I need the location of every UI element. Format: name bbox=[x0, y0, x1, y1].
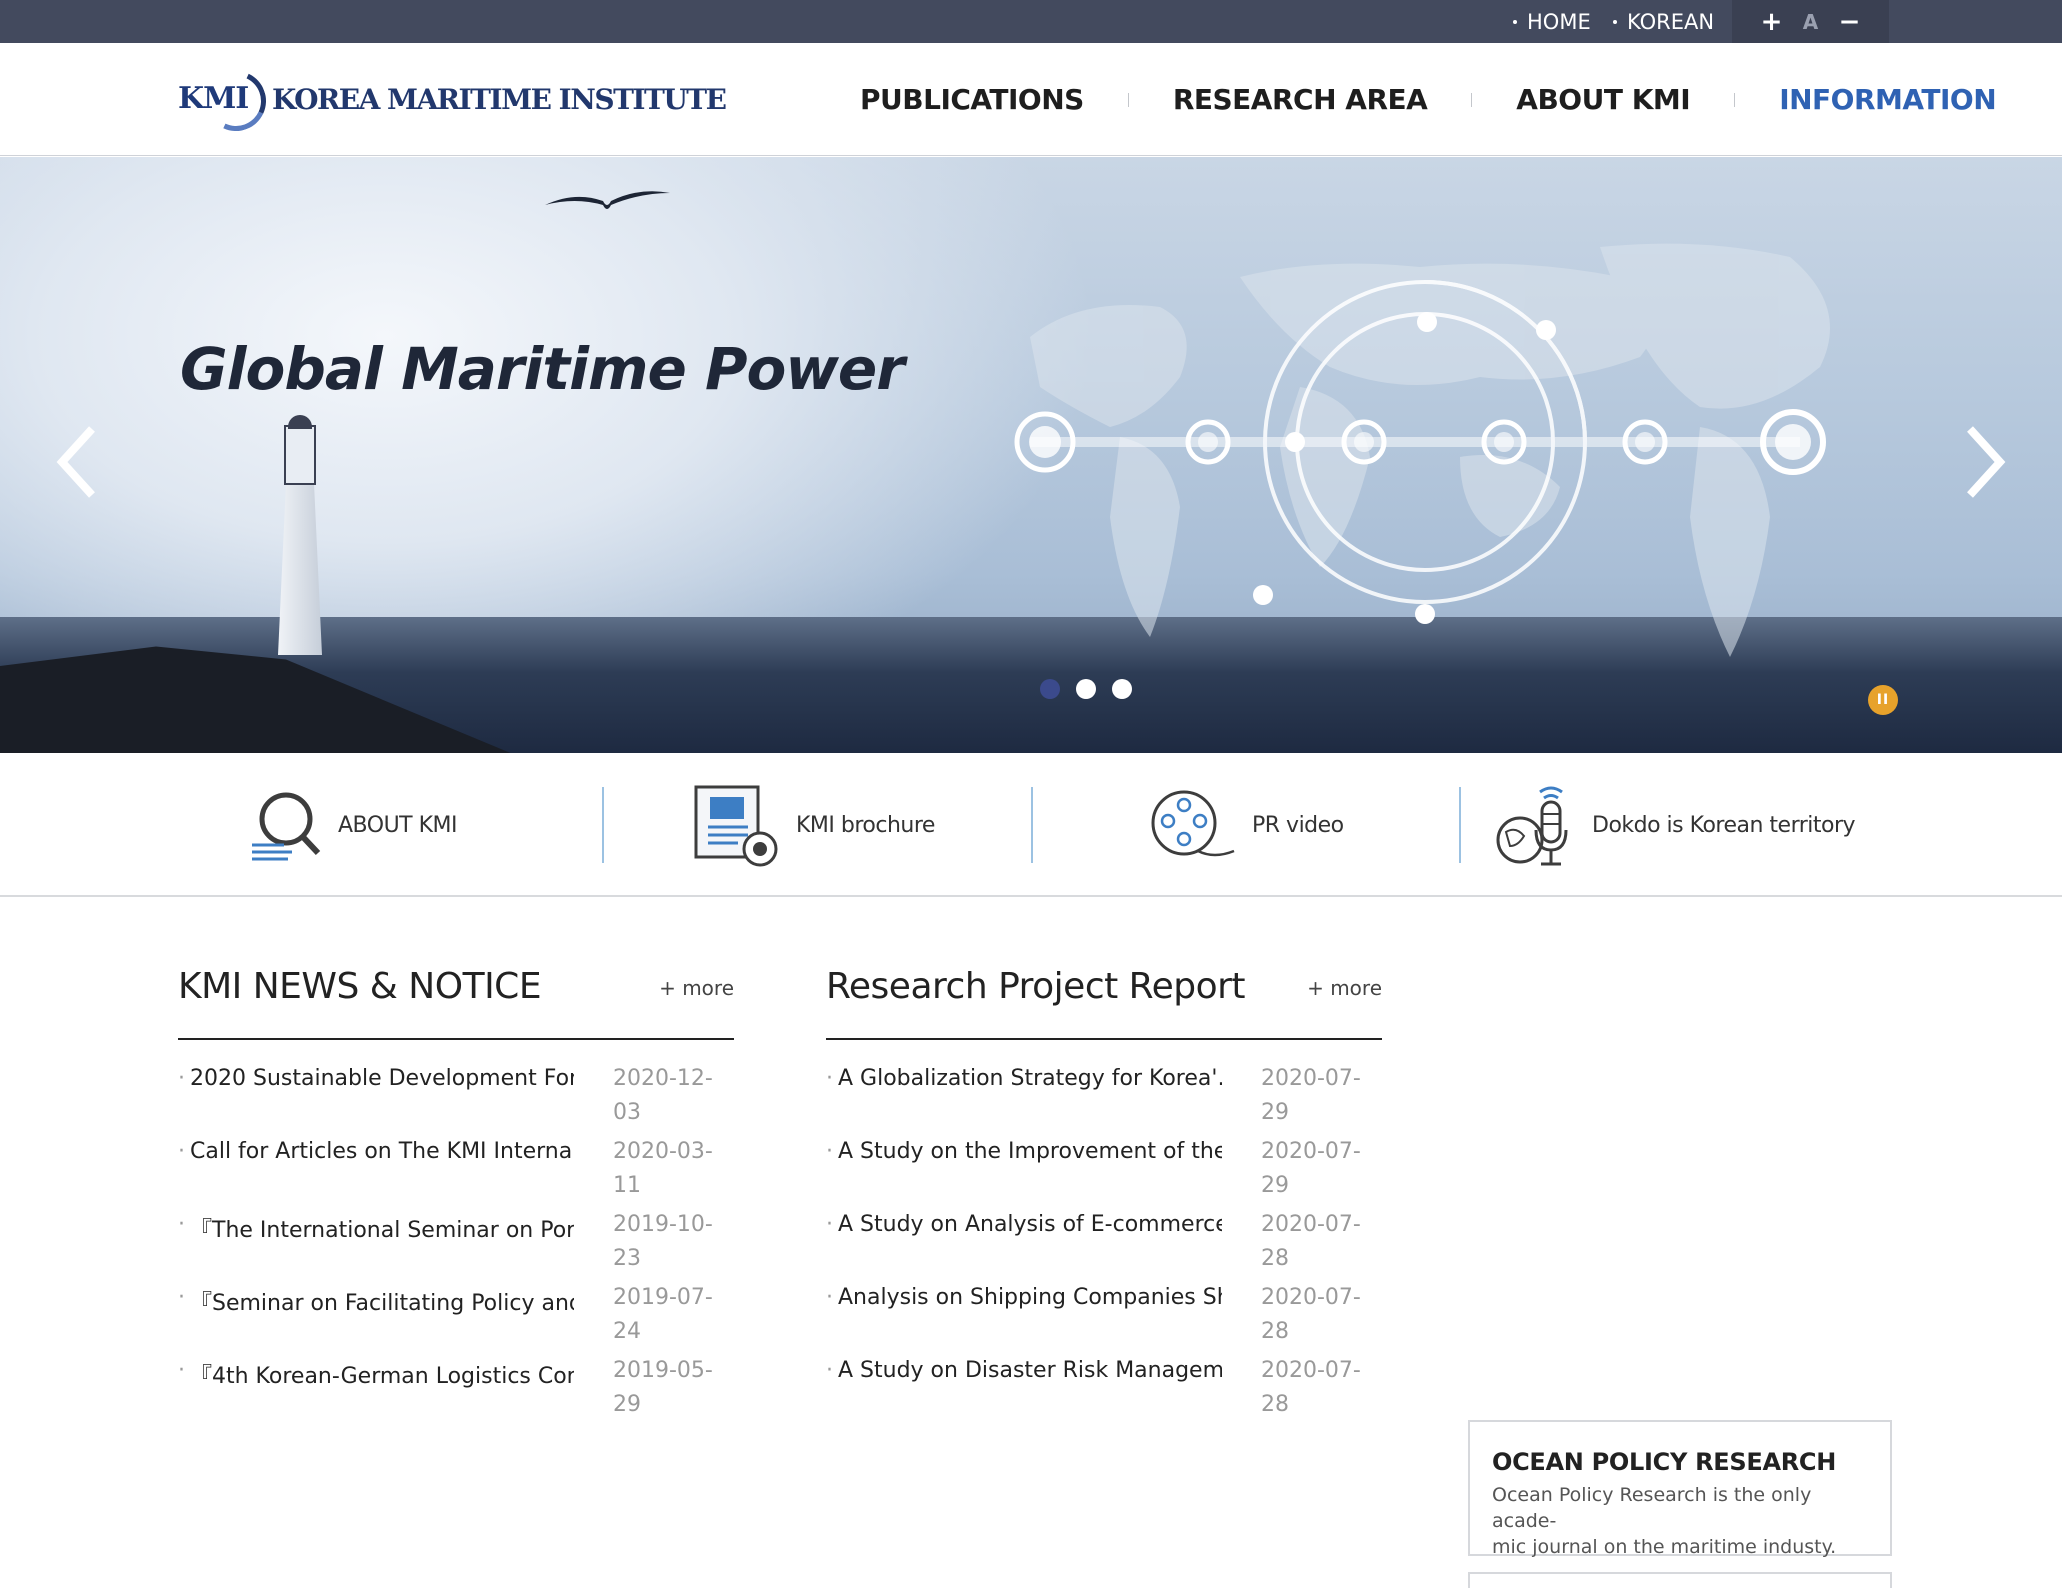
nav-divider bbox=[1127, 92, 1129, 107]
chevron-left-icon bbox=[56, 426, 95, 498]
nav-publications[interactable]: PUBLICATIONS bbox=[860, 83, 1084, 116]
report-item-title[interactable]: A Globalization Strategy for Korea'… bbox=[826, 1066, 1222, 1091]
news-list: 2020 Sustainable Development For… 2020-1… bbox=[178, 1066, 734, 1431]
home-link-label: HOME bbox=[1527, 9, 1591, 34]
nav-divider bbox=[1734, 92, 1736, 107]
prev-slide-button[interactable] bbox=[50, 417, 110, 507]
research-list: A Globalization Strategy for Korea'… 202… bbox=[826, 1066, 1382, 1431]
list-item[interactable]: A Globalization Strategy for Korea'… 202… bbox=[826, 1066, 1382, 1139]
quick-link-brochure[interactable]: KMI brochure bbox=[690, 753, 935, 897]
board-header: KMI NEWS & NOTICE + more bbox=[178, 960, 734, 1040]
report-item-date: 2020-07- 29 bbox=[1261, 1139, 1361, 1198]
news-item-title[interactable]: 『4th Korean-German Logistics Conf… bbox=[178, 1358, 574, 1390]
report-item-title[interactable]: A Study on the Improvement of the… bbox=[826, 1139, 1222, 1164]
report-item-title[interactable]: Analysis on Shipping Companies Sh… bbox=[826, 1285, 1222, 1310]
brochure-icon bbox=[694, 785, 778, 867]
magnifier-icon bbox=[252, 792, 321, 861]
bullet-icon bbox=[1613, 19, 1617, 24]
logo-mark: KMI bbox=[178, 62, 275, 140]
lighthouse bbox=[270, 415, 330, 655]
pause-icon: II bbox=[1876, 692, 1890, 708]
news-notice-board: KMI NEWS & NOTICE + more 2020 Sustainabl… bbox=[178, 960, 734, 1431]
font-increase-button[interactable]: + bbox=[1757, 7, 1787, 37]
research-more-link[interactable]: + more bbox=[1307, 976, 1382, 1000]
globe-microphone-icon bbox=[1496, 786, 1568, 866]
board-title: KMI NEWS & NOTICE bbox=[178, 966, 542, 1007]
quick-link-divider bbox=[602, 787, 604, 863]
list-item[interactable]: 『Seminar on Facilitating Policy and I… 2… bbox=[178, 1285, 734, 1358]
report-item-date: 2020-07- 29 bbox=[1261, 1066, 1361, 1125]
card-description: Ocean Policy Research is the only acade-… bbox=[1492, 1484, 1837, 1558]
report-item-title[interactable]: A Study on Disaster Risk Managem… bbox=[826, 1358, 1222, 1383]
quick-link-divider bbox=[1459, 787, 1461, 863]
board-header: Research Project Report + more bbox=[826, 960, 1382, 1040]
list-item[interactable]: 『The International Seminar on Port I… 20… bbox=[178, 1212, 734, 1285]
quick-link-dokdo[interactable]: Dokdo is Korean territory bbox=[1496, 753, 1856, 897]
news-item-date: 2019-05- 29 bbox=[613, 1358, 713, 1417]
list-item[interactable]: A Study on the Improvement of the… 2020-… bbox=[826, 1139, 1382, 1212]
slide-dot[interactable] bbox=[1076, 679, 1096, 699]
news-item-title[interactable]: 2020 Sustainable Development For… bbox=[178, 1066, 574, 1091]
news-item-date: 2020-03- 11 bbox=[613, 1139, 713, 1198]
nav-research-area[interactable]: RESEARCH AREA bbox=[1173, 83, 1428, 116]
news-item-title[interactable]: Call for Articles on The KMI Interna… bbox=[178, 1139, 574, 1164]
home-link[interactable]: HOME bbox=[1513, 0, 1591, 43]
report-item-date: 2020-07- 28 bbox=[1261, 1285, 1361, 1344]
seagull-icon bbox=[545, 191, 670, 209]
board-title: Research Project Report bbox=[826, 966, 1246, 1007]
utility-bar: HOME KOREAN + A − bbox=[0, 0, 2062, 43]
ocean-policy-research-card[interactable]: OCEAN POLICY RESEARCH Ocean Policy Resea… bbox=[1468, 1420, 1892, 1558]
logo-text: KOREA MARITIME INSTITUTE bbox=[272, 82, 727, 116]
quick-link-label: Dokdo is Korean territory bbox=[1592, 812, 1856, 838]
list-item[interactable]: A Study on Analysis of E-commerce… 2020-… bbox=[826, 1212, 1382, 1285]
slide-indicators bbox=[1040, 679, 1132, 699]
korean-link-label: KOREAN bbox=[1627, 9, 1715, 34]
film-reel-icon bbox=[1151, 790, 1235, 857]
news-item-title[interactable]: 『Seminar on Facilitating Policy and I… bbox=[178, 1285, 574, 1317]
hero-slider: Global Maritime Power II bbox=[0, 157, 2062, 753]
list-item[interactable]: Call for Articles on The KMI Interna… 20… bbox=[178, 1139, 734, 1212]
list-item[interactable]: A Study on Disaster Risk Managem… 2020-0… bbox=[826, 1358, 1382, 1431]
nav-divider bbox=[1471, 92, 1473, 107]
quick-link-divider bbox=[1031, 787, 1033, 863]
list-item[interactable]: 『4th Korean-German Logistics Conf… 2019-… bbox=[178, 1358, 734, 1431]
quick-link-label: ABOUT KMI bbox=[338, 812, 458, 838]
world-map-graphic bbox=[1014, 243, 1830, 657]
report-item-title[interactable]: A Study on Analysis of E-commerce… bbox=[826, 1212, 1222, 1237]
quick-link-label: KMI brochure bbox=[796, 812, 935, 838]
next-slide-button[interactable] bbox=[1952, 417, 2012, 507]
pause-button[interactable]: II bbox=[1868, 685, 1898, 715]
next-card[interactable] bbox=[1468, 1572, 1892, 1588]
news-item-date: 2020-12- 03 bbox=[613, 1066, 713, 1125]
news-more-link[interactable]: + more bbox=[659, 976, 734, 1000]
nav-information[interactable]: INFORMATION bbox=[1779, 83, 1996, 116]
news-item-date: 2019-10- 23 bbox=[613, 1212, 713, 1271]
logo-arc-icon bbox=[197, 62, 275, 140]
news-item-title[interactable]: 『The International Seminar on Port I… bbox=[178, 1212, 574, 1244]
font-default-button[interactable]: A bbox=[1796, 10, 1826, 34]
quick-link-label: PR video bbox=[1252, 812, 1344, 838]
quick-link-about-kmi[interactable]: ABOUT KMI bbox=[250, 753, 458, 897]
nav-about-kmi[interactable]: ABOUT KMI bbox=[1516, 83, 1690, 116]
list-item[interactable]: Analysis on Shipping Companies Sh… 2020-… bbox=[826, 1285, 1382, 1358]
card-heading: OCEAN POLICY RESEARCH bbox=[1492, 1448, 1836, 1476]
research-report-board: Research Project Report + more A Globali… bbox=[826, 960, 1382, 1431]
hero-caption: Global Maritime Power bbox=[180, 335, 905, 403]
list-item[interactable]: 2020 Sustainable Development For… 2020-1… bbox=[178, 1066, 734, 1139]
font-size-controls: + A − bbox=[1732, 0, 1889, 43]
quick-link-pr-video[interactable]: PR video bbox=[1148, 753, 1344, 897]
main-nav: PUBLICATIONS RESEARCH AREA ABOUT KMI INF… bbox=[860, 43, 1997, 156]
quick-links: ABOUT KMI KMI brochure PR video Dokdo is… bbox=[0, 753, 2062, 897]
report-item-date: 2020-07- 28 bbox=[1261, 1212, 1361, 1271]
chevron-right-icon bbox=[1967, 426, 2006, 498]
slide-dot[interactable] bbox=[1040, 679, 1060, 699]
font-decrease-button[interactable]: − bbox=[1835, 7, 1865, 37]
korean-link[interactable]: KOREAN bbox=[1613, 0, 1714, 43]
news-item-date: 2019-07- 24 bbox=[613, 1285, 713, 1344]
report-item-date: 2020-07- 28 bbox=[1261, 1358, 1361, 1417]
slide-dot[interactable] bbox=[1112, 679, 1132, 699]
kmi-logo[interactable]: KMI KOREA MARITIME INSTITUTE bbox=[178, 62, 727, 140]
bullet-icon bbox=[1513, 19, 1517, 24]
